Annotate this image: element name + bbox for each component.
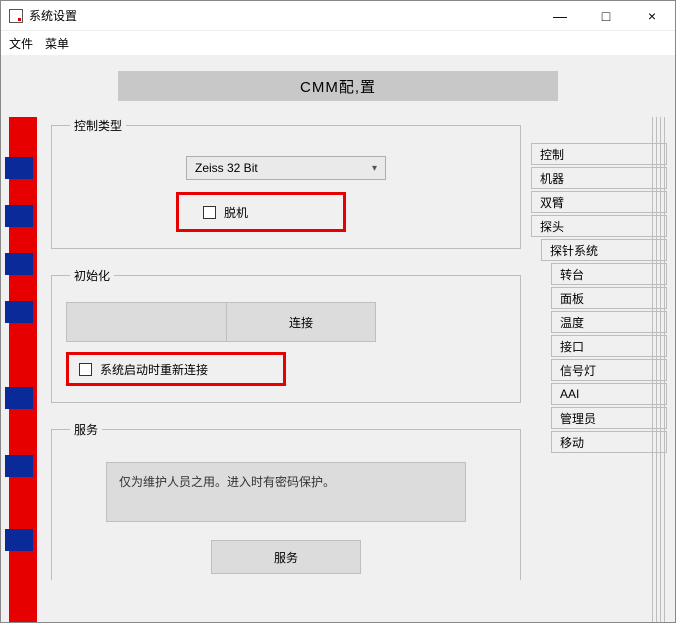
dropdown-value: Zeiss 32 Bit: [195, 161, 258, 175]
close-button[interactable]: ×: [629, 1, 675, 31]
service-button[interactable]: 服务: [211, 540, 361, 574]
reconnect-highlight: 系统启动时重新连接: [66, 352, 286, 386]
app-icon: [9, 9, 23, 23]
offline-checkbox-row[interactable]: 脱机: [203, 204, 248, 221]
reconnect-checkbox[interactable]: [79, 363, 92, 376]
side-marker[interactable]: [5, 301, 33, 323]
tab-probe[interactable]: 探头: [531, 215, 667, 237]
reconnect-label: 系统启动时重新连接: [100, 361, 208, 378]
chevron-down-icon: ▾: [372, 163, 377, 174]
init-legend: 初始化: [70, 267, 114, 284]
control-type-dropdown[interactable]: Zeiss 32 Bit ▾: [186, 156, 386, 180]
side-marker[interactable]: [5, 253, 33, 275]
main-row: 控制类型 Zeiss 32 Bit ▾ 脱机 初始化: [9, 117, 667, 622]
control-type-group: 控制类型 Zeiss 32 Bit ▾ 脱机: [51, 117, 521, 249]
offline-label: 脱机: [224, 204, 248, 221]
side-marker[interactable]: [5, 455, 33, 477]
maximize-button[interactable]: □: [583, 1, 629, 31]
control-type-legend: 控制类型: [70, 117, 126, 134]
menu-file[interactable]: 文件: [9, 35, 33, 52]
side-marker[interactable]: [5, 205, 33, 227]
titlebar: 系统设置 — □ ×: [1, 1, 675, 31]
page-banner: CMM配,置: [118, 71, 558, 101]
stack-lines: [649, 117, 667, 622]
init-group: 初始化 连接 系统启动时重新连接: [51, 267, 521, 403]
connect-label: 连接: [289, 314, 313, 331]
menubar: 文件 菜单: [1, 31, 675, 55]
window-controls: — □ ×: [537, 1, 675, 31]
offline-checkbox[interactable]: [203, 206, 216, 219]
service-note: 仅为维护人员之用。进入时有密码保护。: [106, 462, 466, 522]
side-marker[interactable]: [5, 529, 33, 551]
service-group: 服务 仅为维护人员之用。进入时有密码保护。 服务: [51, 421, 521, 580]
side-marker[interactable]: [5, 387, 33, 409]
service-legend: 服务: [70, 421, 102, 438]
window: 系统设置 — □ × 文件 菜单 CMM配,置 控制类型: [0, 0, 676, 623]
reconnect-checkbox-row[interactable]: 系统启动时重新连接: [79, 361, 208, 378]
window-title: 系统设置: [29, 7, 537, 24]
left-tab-strip: [9, 117, 37, 622]
offline-highlight: 脱机: [176, 192, 346, 232]
connect-button[interactable]: 连接: [226, 302, 376, 342]
tab-dual-arm[interactable]: 双臂: [531, 191, 667, 213]
service-button-label: 服务: [274, 549, 298, 566]
content-area: CMM配,置 控制类型 Zeiss 32 Bit ▾: [1, 55, 675, 622]
tab-control[interactable]: 控制: [531, 143, 667, 165]
mid-panel: 控制类型 Zeiss 32 Bit ▾ 脱机 初始化: [37, 117, 531, 622]
minimize-button[interactable]: —: [537, 1, 583, 31]
right-tabs: 控制 机器 双臂 探头 探针系统 转台 面板 温度 接口 信号灯 AAI 管理员…: [531, 117, 667, 622]
menu-menu[interactable]: 菜单: [45, 35, 69, 52]
side-marker[interactable]: [5, 157, 33, 179]
connect-bar: [66, 302, 226, 342]
tab-machine[interactable]: 机器: [531, 167, 667, 189]
connect-row: 连接: [66, 302, 506, 342]
